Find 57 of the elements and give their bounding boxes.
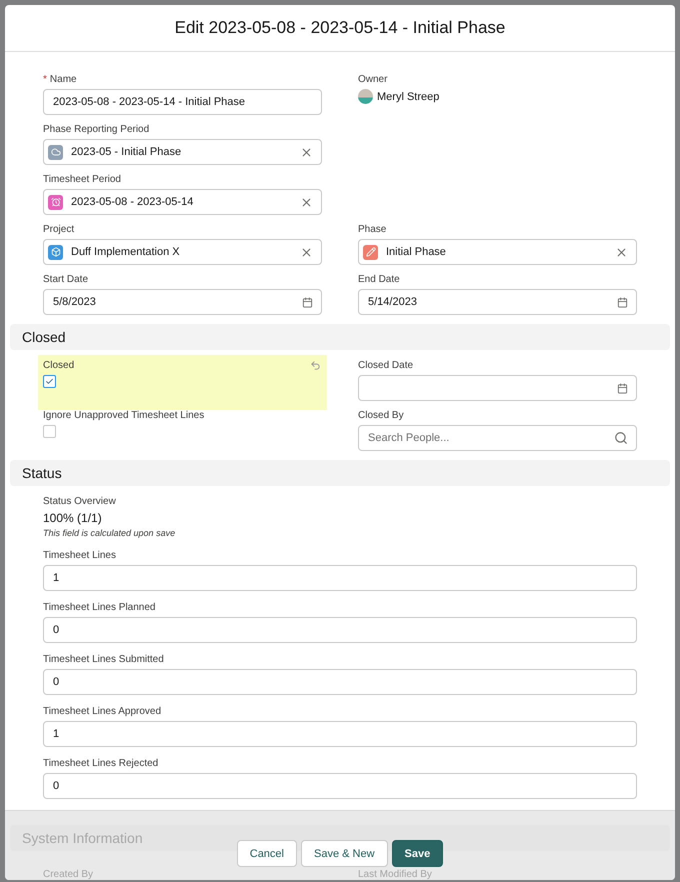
field-label: Timesheet Lines Submitted (43, 654, 164, 665)
dialog-title: Edit 2023-05-08 - 2023-05-14 - Initial Phase (174, 18, 506, 38)
search-field[interactable]: Search People... (358, 425, 637, 451)
undo-icon[interactable] (310, 360, 321, 371)
lookup-field[interactable]: Duff Implementation X (43, 239, 322, 265)
text-input[interactable]: 0 (43, 669, 637, 695)
required-asterisk: * (43, 74, 47, 85)
field-label: Created By (43, 869, 94, 880)
date-input[interactable]: 5/8/2023 (43, 289, 322, 315)
save-button[interactable]: Save (392, 840, 444, 867)
field-label: Timesheet Lines Approved (43, 706, 162, 717)
text-input[interactable]: 2023-05-08 - 2023-05-14 - Initial Phase (43, 89, 322, 115)
avatar-icon (358, 89, 373, 104)
section-header[interactable]: Closed (10, 324, 670, 350)
text-input[interactable]: 0 (43, 617, 637, 643)
date-input[interactable]: 5/14/2023 (358, 289, 637, 315)
lookup-field[interactable]: 2023-05 - Initial Phase (43, 139, 322, 165)
field-label: Timesheet Period (43, 174, 121, 185)
checkbox[interactable] (43, 375, 56, 388)
field-label: Status Overview (43, 496, 116, 507)
field-label: Name (50, 74, 77, 85)
calendar-icon[interactable] (617, 382, 628, 394)
field-label: Closed (43, 360, 74, 371)
section-header[interactable]: Status (10, 460, 670, 486)
owner-name[interactable]: Meryl Streep (377, 90, 440, 102)
text-input[interactable]: 0 (43, 773, 637, 799)
field-label: Last Modified By (358, 869, 432, 880)
field-label: Timesheet Lines Rejected (43, 758, 158, 769)
status-value: 100% (1/1) (43, 511, 103, 525)
calendar-icon[interactable] (302, 296, 313, 308)
lookup-field[interactable]: 2023-05-08 - 2023-05-14 (43, 189, 322, 215)
clear-icon[interactable] (300, 146, 313, 158)
field-label: Phase (358, 224, 386, 235)
field-label: Phase Reporting Period (43, 124, 150, 135)
field-label: Owner (358, 74, 388, 85)
date-input[interactable] (358, 375, 637, 401)
field-label: Closed Date (358, 360, 414, 371)
field-label: Timesheet Lines (43, 550, 116, 561)
check-icon (45, 377, 54, 386)
field-label: Closed By (358, 410, 404, 421)
clear-icon[interactable] (615, 246, 628, 258)
footer-button[interactable]: Save & New (301, 840, 388, 867)
search-icon (614, 431, 628, 445)
field-label: Ignore Unapproved Timesheet Lines (43, 410, 204, 421)
clear-icon[interactable] (300, 246, 313, 258)
clear-icon[interactable] (300, 196, 313, 208)
field-label: Timesheet Lines Planned (43, 602, 156, 613)
text-input[interactable]: 1 (43, 721, 637, 747)
field-label: End Date (358, 274, 400, 285)
calendar-icon[interactable] (617, 296, 628, 308)
lookup-field[interactable]: Initial Phase (358, 239, 637, 265)
field-label: Start Date (43, 274, 88, 285)
checkbox[interactable] (43, 425, 56, 438)
field-label: Project (43, 224, 74, 235)
text-input[interactable]: 1 (43, 565, 637, 591)
field-note: This field is calculated upon save (43, 528, 176, 538)
footer-button[interactable]: Cancel (236, 840, 297, 867)
